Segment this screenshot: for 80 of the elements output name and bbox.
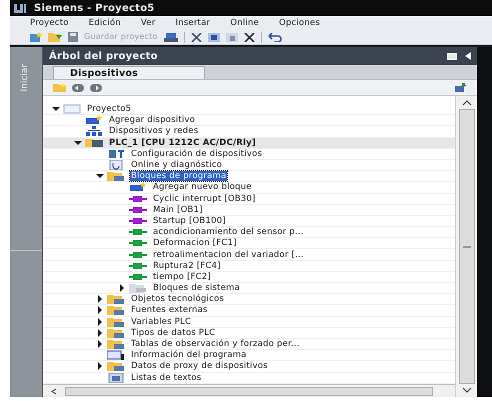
folder-icon: [107, 339, 125, 350]
block-icon: [129, 238, 147, 248]
add-device-icon: [85, 115, 103, 126]
program-info-icon: [107, 350, 125, 360]
copy-icon[interactable]: [208, 32, 220, 42]
tree-item[interactable]: Listas de textos: [130, 372, 202, 383]
tree-item[interactable]: Configuración de dispositivos: [130, 148, 264, 159]
tree-item[interactable]: Agregar nuevo bloque: [152, 182, 253, 192]
tree-item[interactable]: retroalimentacion del variador [...: [152, 250, 305, 260]
block-icon: [129, 227, 147, 238]
folder-icon: [107, 361, 125, 372]
menu-item[interactable]: Insertar: [175, 16, 210, 30]
menu-item[interactable]: Online: [230, 16, 259, 30]
folder-icon: [107, 316, 125, 327]
menu-item[interactable]: Proyecto: [30, 16, 69, 30]
block-icon: [129, 250, 147, 260]
tree-item[interactable]: Agregar dispositivo: [108, 115, 196, 126]
folder-icon: [129, 283, 147, 294]
device-config-icon: [107, 148, 125, 159]
tree-item[interactable]: Cyclic interrupt [OB30]: [152, 194, 257, 204]
tree-item[interactable]: Tablas de observación y forzado per...: [130, 339, 301, 350]
expand-arrow-icon[interactable]: [96, 362, 104, 370]
block-icon: [129, 204, 147, 215]
tree-item[interactable]: Información del programa: [130, 350, 248, 360]
tab[interactable]: Dispositivos: [53, 66, 205, 79]
scroll-down-icon[interactable]: [460, 385, 474, 395]
tree-item[interactable]: acondicionamiento del sensor p...: [152, 227, 305, 238]
tree-item[interactable]: Main [OB1]: [152, 204, 204, 215]
collapse-arrow-icon[interactable]: [96, 172, 104, 180]
tree-item[interactable]: Deformacion [FC1]: [152, 238, 238, 248]
split-view-icon[interactable]: [447, 52, 457, 60]
horizontal-scrollbar[interactable]: [43, 384, 455, 397]
delete-icon[interactable]: [244, 32, 255, 42]
vertical-scrollbar[interactable]: [455, 96, 477, 397]
tree-item[interactable]: Ruptura2 [FC4]: [152, 260, 222, 271]
table-view-icon[interactable]: [455, 83, 467, 92]
collapse-arrow-icon[interactable]: [74, 138, 82, 147]
panel-title: Árbol del proyecto: [49, 48, 158, 64]
menu-item[interactable]: Opciones: [278, 16, 320, 30]
tree-item[interactable]: Dispositivos y redes: [108, 126, 200, 136]
tree-item[interactable]: Fuentes externas: [130, 305, 209, 316]
block-icon: [129, 216, 147, 226]
tree-item[interactable]: tiempo [FC2]: [152, 272, 212, 282]
tree-item[interactable]: Objetos tecnológicos: [130, 294, 226, 304]
tree-item[interactable]: Datos de proxy de dispositivos: [130, 361, 269, 372]
tree-item[interactable]: Proyecto5: [86, 104, 132, 114]
menu-item[interactable]: Ver: [140, 16, 156, 30]
side-tab-label: Iniciar: [19, 64, 32, 92]
add-device-icon: [129, 182, 147, 192]
collapse-panel-icon[interactable]: [465, 52, 471, 60]
tree-item[interactable]: Variables PLC: [130, 316, 192, 327]
cut-icon[interactable]: [190, 32, 202, 42]
undo-icon[interactable]: [268, 32, 282, 42]
print-icon[interactable]: [164, 32, 178, 42]
open-folder-icon[interactable]: [48, 32, 62, 42]
folder-icon: [107, 294, 125, 304]
block-icon: [129, 194, 147, 204]
new-project-icon[interactable]: [30, 32, 42, 42]
folder-icon: [107, 305, 125, 316]
app-logo-icon: [14, 4, 26, 12]
collapse-arrow-icon[interactable]: [52, 105, 60, 114]
menu-item[interactable]: Edición: [88, 16, 121, 30]
folder-icon: [107, 328, 125, 338]
expand-arrow-icon[interactable]: [118, 284, 126, 292]
tree-item[interactable]: Startup [OB100]: [152, 216, 227, 226]
network-icon: [85, 126, 103, 136]
plc-icon: [85, 138, 103, 148]
paste-icon[interactable]: [226, 32, 238, 42]
tree-item[interactable]: Tipos de datos PLC: [130, 328, 216, 338]
back-icon[interactable]: [72, 84, 84, 92]
folder-icon: [107, 171, 125, 182]
tree-item[interactable]: Online y diagnóstico: [130, 160, 224, 170]
block-icon: [129, 260, 147, 271]
window-title: Siemens - Proyecto5: [34, 2, 155, 16]
block-icon: [129, 272, 147, 282]
tree-item[interactable]: Bloques de programa: [130, 171, 228, 182]
text-list-icon: [107, 372, 125, 383]
tree-item[interactable]: Bloques de sistema: [152, 283, 241, 294]
save-icon[interactable]: [68, 32, 78, 42]
forward-icon[interactable]: [90, 84, 102, 92]
